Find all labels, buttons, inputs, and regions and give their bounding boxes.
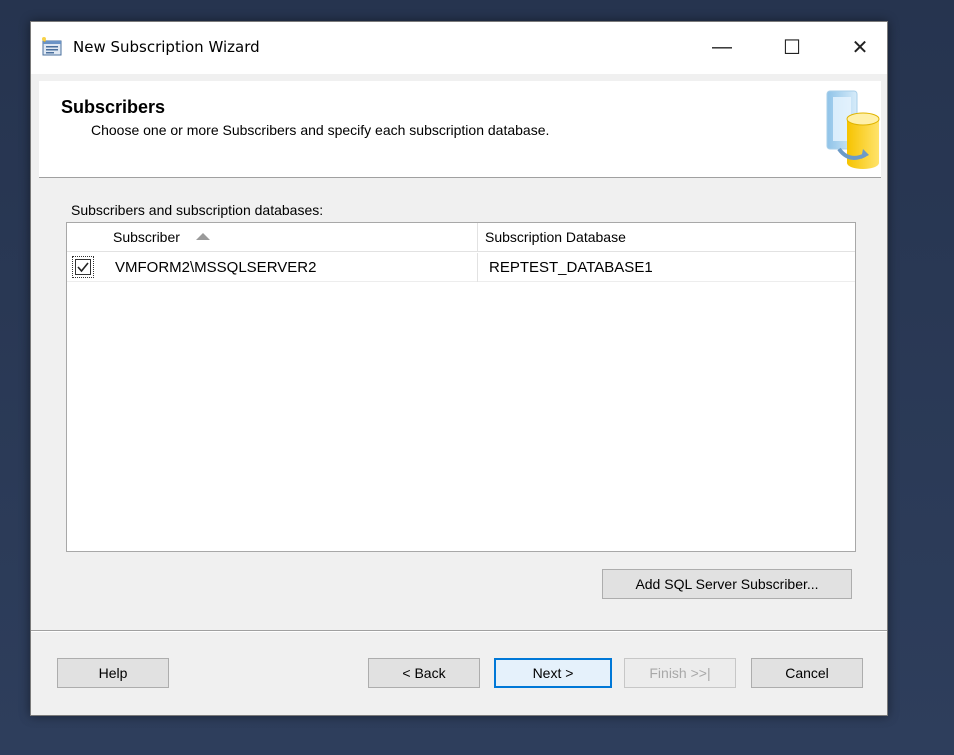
minimize-icon: —	[712, 35, 732, 58]
column-header-database-label: Subscription Database	[485, 229, 626, 245]
wizard-window: New Subscription Wizard — ☐ ✕ Subscriber…	[30, 21, 888, 716]
finish-button: Finish >>|	[624, 658, 736, 688]
maximize-icon: ☐	[783, 36, 801, 59]
minimize-button[interactable]: —	[699, 22, 745, 72]
next-button[interactable]: Next >	[494, 658, 612, 688]
maximize-button[interactable]: ☐	[769, 22, 815, 72]
add-sql-server-subscriber-button[interactable]: Add SQL Server Subscriber...	[602, 569, 852, 599]
page-header-banner: Subscribers Choose one or more Subscribe…	[39, 81, 881, 178]
window-title: New Subscription Wizard	[73, 38, 260, 56]
page-subtitle: Choose one or more Subscribers and speci…	[91, 122, 550, 138]
cell-subscriber: VMFORM2\MSSQLSERVER2	[103, 253, 478, 282]
checkbox-box	[75, 259, 91, 275]
cell-subscription-database[interactable]: REPTEST_DATABASE1	[479, 253, 855, 282]
close-icon: ✕	[851, 36, 869, 59]
column-header-database[interactable]: Subscription Database	[479, 223, 855, 252]
footer-divider	[31, 630, 887, 632]
page-title: Subscribers	[61, 97, 166, 117]
back-button[interactable]: < Back	[368, 658, 480, 688]
table-row[interactable]: VMFORM2\MSSQLSERVER2 REPTEST_DATABASE1	[67, 253, 855, 282]
subscribers-list-label: Subscribers and subscription databases:	[71, 202, 324, 218]
grid-header: Subscriber Subscription Database	[67, 223, 855, 252]
cancel-button[interactable]: Cancel	[751, 658, 863, 688]
title-bar[interactable]: New Subscription Wizard — ☐ ✕	[31, 22, 887, 74]
sort-ascending-icon	[195, 232, 210, 240]
subscribers-grid[interactable]: Subscriber Subscription Database VMFORM2…	[66, 222, 856, 552]
help-button[interactable]: Help	[57, 658, 169, 688]
column-header-subscriber-label: Subscriber	[113, 229, 180, 245]
row-checkbox[interactable]	[72, 256, 94, 278]
column-header-subscriber[interactable]: Subscriber	[103, 223, 478, 252]
database-sync-icon	[819, 83, 881, 175]
checkmark-icon	[77, 262, 89, 273]
wizard-app-icon	[41, 37, 63, 57]
close-button[interactable]: ✕	[837, 22, 883, 72]
